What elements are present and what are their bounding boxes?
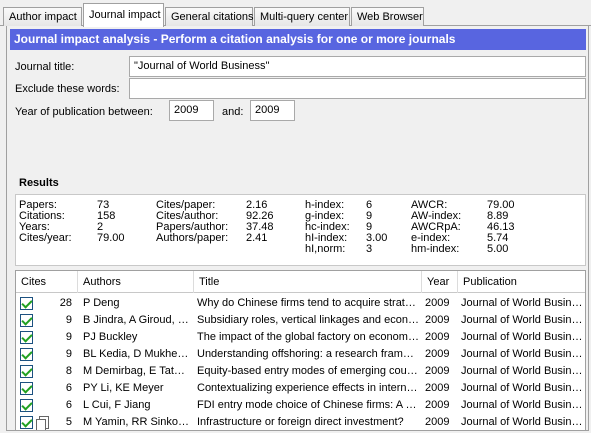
table-row[interactable]: 8 M Demirbag, E Tatoglu, KW Glaister Equ… <box>16 364 585 380</box>
publication-cell: Journal of World Business <box>461 399 585 411</box>
title-cell: Why do Chinese firms tend to acquire str… <box>197 297 419 309</box>
year-cell: 2009 <box>425 348 450 360</box>
year-cell: 2009 <box>425 314 450 326</box>
row-checkbox[interactable] <box>20 382 33 395</box>
cites-cell: 5 <box>65 416 72 428</box>
table-row[interactable]: 6 L Cui, F Jiang FDI entry mode choice o… <box>16 398 585 414</box>
row-checkbox[interactable] <box>20 314 33 327</box>
panel-header: Journal impact analysis - Perform a cita… <box>10 29 586 50</box>
year-to-input[interactable]: 2009 <box>250 100 295 121</box>
stat-value: 79.00 <box>97 232 125 244</box>
tab-bar: Author impact Journal impact General cit… <box>0 0 591 27</box>
year-cell: 2009 <box>425 331 450 343</box>
title-cell: Understanding offshoring: a research fra… <box>197 348 419 360</box>
authors-cell: PJ Buckley <box>83 331 138 343</box>
column-header-publication[interactable]: Publication <box>458 271 585 293</box>
stat-label: hm-index: <box>411 243 460 255</box>
table-header: Cites Authors Title Year Publication <box>16 271 585 293</box>
publication-cell: Journal of World Business <box>461 297 585 309</box>
tab-multi-query-center[interactable]: Multi-query center <box>254 7 350 26</box>
row-checkbox[interactable] <box>20 365 33 378</box>
journal-title-input[interactable]: "Journal of World Business" <box>129 56 586 77</box>
results-heading: Results <box>19 177 59 189</box>
title-cell: Contextualizing experience effects in in… <box>197 382 419 394</box>
authors-cell: B Jindra, A Giroud, J Scott-Kennel <box>83 314 189 326</box>
publication-cell: Journal of World Business <box>461 348 585 360</box>
authors-cell: BL Kedia, D Mukherjee <box>83 348 189 360</box>
row-checkbox[interactable] <box>20 399 33 412</box>
publication-cell: Journal of World Business <box>461 314 585 326</box>
cites-cell: 8 <box>65 365 72 377</box>
row-checkbox[interactable] <box>20 297 33 310</box>
year-cell: 2009 <box>425 382 450 394</box>
table-row[interactable]: 28 P Deng Why do Chinese firms tend to a… <box>16 296 585 312</box>
column-header-title[interactable]: Title <box>194 271 422 293</box>
column-header-year[interactable]: Year <box>422 271 458 293</box>
tab-journal-impact[interactable]: Journal impact <box>83 3 164 27</box>
column-header-authors[interactable]: Authors <box>78 271 194 293</box>
year-cell: 2009 <box>425 297 450 309</box>
title-cell: FDI entry mode choice of Chinese firms: … <box>197 399 419 411</box>
table-row[interactable]: 5 M Yamin, RR Sinkovics Infrastructure o… <box>16 415 585 430</box>
journal-impact-panel: Journal impact analysis - Perform a cita… <box>6 26 589 431</box>
stat-label: hI,norm: <box>305 243 346 255</box>
table-row[interactable]: 9 BL Kedia, D Mukherjee Understanding of… <box>16 347 585 363</box>
stat-label: Cites/year: <box>19 232 72 244</box>
row-checkbox[interactable] <box>20 348 33 361</box>
table-row[interactable]: 9 PJ Buckley The impact of the global fa… <box>16 330 585 346</box>
table-row[interactable]: 6 PY Li, KE Meyer Contextualizing experi… <box>16 381 585 397</box>
cites-cell: 6 <box>65 399 72 411</box>
publication-cell: Journal of World Business <box>461 382 585 394</box>
journal-title-label: Journal title: <box>15 61 75 73</box>
exclude-words-input[interactable] <box>129 78 586 99</box>
title-cell: The impact of the global factory on econ… <box>197 331 419 343</box>
stat-value: 2.41 <box>246 232 268 244</box>
title-cell: Subsidiary roles, vertical linkages and … <box>197 314 419 326</box>
authors-cell: M Demirbag, E Tatoglu, KW Glaister <box>83 365 189 377</box>
cites-cell: 9 <box>65 314 72 326</box>
authors-cell: L Cui, F Jiang <box>83 399 151 411</box>
cites-cell: 6 <box>65 382 72 394</box>
year-cell: 2009 <box>425 399 450 411</box>
authors-cell: M Yamin, RR Sinkovics <box>83 416 189 428</box>
exclude-words-label: Exclude these words: <box>15 83 120 95</box>
publication-cell: Journal of World Business <box>461 331 585 343</box>
title-cell: Equity-based entry modes of emerging cou… <box>197 365 419 377</box>
document-icon <box>36 416 49 430</box>
authors-cell: PY Li, KE Meyer <box>83 382 164 394</box>
year-from-input[interactable]: 2009 <box>169 100 214 121</box>
year-cell: 2009 <box>425 416 450 428</box>
stat-label: Authors/paper: <box>156 232 229 244</box>
tab-web-browser[interactable]: Web Browser <box>351 7 424 26</box>
publication-cell: Journal of World Business <box>461 416 585 428</box>
cites-cell: 28 <box>59 297 72 309</box>
tab-general-citations[interactable]: General citations <box>165 7 254 26</box>
publication-cell: Journal of World Business <box>461 365 585 377</box>
cites-cell: 9 <box>65 331 72 343</box>
stat-value: 5.00 <box>487 243 509 255</box>
tab-author-impact[interactable]: Author impact <box>3 7 82 26</box>
results-stats: Papers: 73 Citations: 158 Years: 2 Cites… <box>15 194 586 266</box>
table-row[interactable]: 9 B Jindra, A Giroud, J Scott-Kennel Sub… <box>16 313 585 329</box>
authors-cell: P Deng <box>83 297 120 309</box>
year-cell: 2009 <box>425 365 450 377</box>
cites-cell: 9 <box>65 348 72 360</box>
row-checkbox[interactable] <box>20 416 33 429</box>
results-table: Cites Authors Title Year Publication 28 … <box>15 270 586 431</box>
column-header-cites[interactable]: Cites <box>16 271 78 293</box>
row-checkbox[interactable] <box>20 331 33 344</box>
year-range-label: Year of publication between: <box>15 106 153 118</box>
stat-value: 3 <box>366 243 373 255</box>
year-and-label: and: <box>222 106 244 118</box>
title-cell: Infrastructure or foreign direct investm… <box>197 416 404 428</box>
